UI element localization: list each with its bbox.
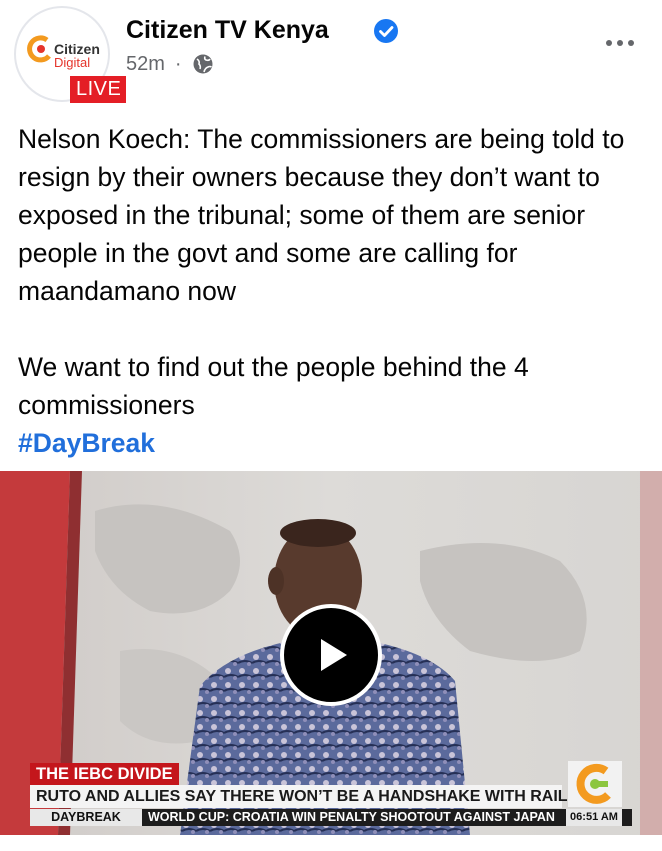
verified-check-icon <box>374 19 398 43</box>
strap-title: THE IEBC DIVIDE <box>30 763 179 785</box>
ticker-clock: 06:51 AM <box>566 809 622 826</box>
avatar-logo-text: Citizen <box>54 41 100 57</box>
globe-icon <box>193 54 213 74</box>
ticker-text: WORLD CUP: CROATIA WIN PENALTY SHOOTOUT … <box>148 810 555 824</box>
more-options-icon[interactable] <box>606 40 634 46</box>
news-ticker: DAYBREAK WORLD CUP: CROATIA WIN PENALTY … <box>30 809 632 826</box>
citizen-logo-icon <box>27 35 51 63</box>
strap-headline: RUTO AND ALLIES SAY THERE WON’T BE A HAN… <box>30 785 579 808</box>
page-name-link[interactable]: Citizen TV Kenya <box>126 16 329 44</box>
avatar-logo-sub: Digital <box>54 55 91 70</box>
post-paragraph: We want to find out the people behind th… <box>18 352 529 420</box>
play-icon[interactable] <box>279 603 383 707</box>
live-badge: LIVE <box>70 76 127 103</box>
channel-logo <box>568 761 622 807</box>
post-timestamp[interactable]: 52m <box>126 52 165 76</box>
meta-separator: · <box>174 53 182 75</box>
citizen-tv-logo-icon <box>576 763 611 804</box>
hashtag-link[interactable]: #DayBreak <box>18 424 648 462</box>
post-paragraph: Nelson Koech: The commissioners are bein… <box>18 124 625 306</box>
ticker-show-name: DAYBREAK <box>30 809 142 826</box>
page-avatar[interactable]: Citizen Digital LIVE <box>14 6 127 103</box>
post-text: Nelson Koech: The commissioners are bein… <box>18 120 648 462</box>
post-meta: 52m · <box>126 52 214 76</box>
